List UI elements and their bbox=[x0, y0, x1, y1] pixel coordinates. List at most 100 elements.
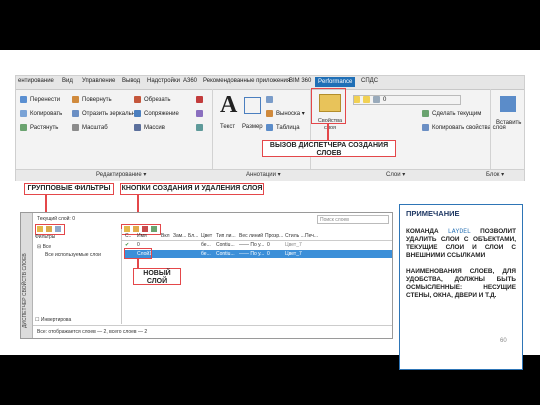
tab-bim360[interactable]: BIM 360 bbox=[289, 78, 311, 84]
tab-spds[interactable]: СПДС bbox=[361, 78, 378, 84]
erase-button[interactable] bbox=[196, 95, 206, 105]
column-color[interactable]: Цвет bbox=[201, 233, 212, 239]
note-paragraph-2: НАИМЕНОВАНИЯ СЛОЕВ, ДЛЯ УДОБСТВА, ДОЛЖНЫ… bbox=[406, 268, 516, 299]
tab-view[interactable]: Вид bbox=[62, 78, 73, 84]
status-bar-text: Все: отображается слоев — 2, всего слоев… bbox=[37, 329, 148, 335]
layer-properties-highlight bbox=[311, 88, 346, 124]
leader-button[interactable]: Выноска ▾ bbox=[266, 109, 305, 119]
tab-performance[interactable]: Performance bbox=[315, 77, 356, 87]
dimension-icon[interactable] bbox=[244, 97, 261, 114]
column-lineweight[interactable]: Вес линий bbox=[239, 233, 263, 239]
dimension-button-label[interactable]: Размер bbox=[242, 122, 263, 132]
callout-create-delete-layer: КНОПКИ СОЗДАНИЯ И УДАЛЕНИЯ СЛОЯ bbox=[120, 183, 264, 195]
search-field[interactable]: Поиск слоев bbox=[317, 215, 389, 224]
move-icon bbox=[20, 95, 27, 103]
arrow-line bbox=[137, 258, 139, 268]
text-icon[interactable]: A bbox=[220, 92, 237, 119]
layer-row-transparency[interactable]: 0 bbox=[267, 251, 270, 257]
separator bbox=[490, 89, 491, 179]
offset-icon bbox=[196, 123, 203, 131]
make-current-icon bbox=[422, 109, 429, 117]
text-button-label[interactable]: Текст bbox=[220, 122, 235, 132]
tab-manage[interactable]: Управление bbox=[82, 78, 115, 84]
erase-icon bbox=[196, 95, 203, 103]
arrow-line bbox=[45, 195, 47, 213]
tab-recommended-apps[interactable]: Рекомендованные приложения bbox=[203, 78, 290, 84]
layer-row-linetype[interactable]: Contiu... bbox=[216, 242, 235, 248]
linear-dim-button[interactable] bbox=[266, 95, 276, 105]
layer-row-color[interactable]: бе... bbox=[201, 242, 211, 248]
column-name[interactable]: Имя bbox=[137, 233, 147, 239]
match-layer-button[interactable]: Копировать свойства слоя bbox=[422, 123, 506, 133]
tree-all-label: Все bbox=[42, 244, 52, 250]
block-panel-label[interactable]: Блок ▾ bbox=[486, 171, 504, 178]
table-icon bbox=[266, 123, 273, 131]
column-linetype[interactable]: Тип ли... bbox=[216, 233, 236, 239]
slide: ентирование Вид Управление Вывод Надстро… bbox=[0, 50, 540, 370]
explode-button[interactable] bbox=[196, 109, 206, 119]
column-status[interactable]: С.. bbox=[125, 233, 131, 239]
modify-panel-label[interactable]: Редактирование ▾ bbox=[96, 171, 146, 178]
scale-button[interactable]: Масштаб bbox=[72, 123, 108, 133]
insert-block-label[interactable]: Вставить bbox=[496, 118, 521, 128]
explode-icon bbox=[196, 109, 203, 117]
layer-row-weight[interactable]: —— По у... bbox=[239, 251, 264, 257]
note-paragraph-1: КОМАНДА LAYDEL ПОЗВОЛИТ УДАЛИТЬ СЛОИ С О… bbox=[406, 228, 516, 259]
note-title: ПРИМЕЧАНИЕ bbox=[406, 209, 460, 218]
rotate-button[interactable]: Повернуть bbox=[72, 95, 112, 105]
column-lock[interactable]: Бл... bbox=[188, 233, 198, 239]
layer-row-linetype[interactable]: Contiu... bbox=[216, 251, 235, 257]
tab-a360[interactable]: A360 bbox=[183, 78, 197, 84]
trim-icon bbox=[134, 95, 141, 103]
column-on[interactable]: Вкл bbox=[161, 233, 170, 239]
layer-row-color[interactable]: бе... bbox=[201, 251, 211, 257]
array-icon bbox=[134, 123, 141, 131]
offset-button[interactable] bbox=[196, 123, 206, 133]
move-button[interactable]: Перенести bbox=[20, 95, 60, 105]
callout-new-layer: НОВЫЙ СЛОЙ bbox=[133, 268, 181, 285]
arrow-line bbox=[327, 124, 329, 140]
layer-row-weight[interactable]: —— По у... bbox=[239, 242, 264, 248]
layer-row-transparency[interactable]: 0 bbox=[267, 242, 270, 248]
layer-dropdown[interactable] bbox=[353, 95, 461, 105]
ribbon: ентирование Вид Управление Вывод Надстро… bbox=[15, 75, 525, 181]
column-transparency[interactable]: Прозр... bbox=[265, 233, 283, 239]
column-plot[interactable]: Печ... bbox=[305, 233, 318, 239]
array-button[interactable]: Массив bbox=[134, 123, 165, 133]
fillet-button[interactable]: Сопряжение bbox=[134, 109, 179, 119]
layer-row-style: Цвет_7 bbox=[285, 242, 302, 248]
copy-button[interactable]: Копировать bbox=[20, 109, 62, 119]
stretch-button[interactable]: Растянуть bbox=[20, 123, 58, 133]
note-command: LAYDEL bbox=[447, 228, 471, 235]
invert-label: Инвертирова bbox=[40, 317, 72, 323]
callout-group-filters: ГРУППОВЫЕ ФИЛЬТРЫ bbox=[24, 183, 114, 195]
arrow-line bbox=[137, 195, 139, 213]
filters-header: Фильтры bbox=[35, 234, 56, 240]
layer-row-style: Цвет_7 bbox=[285, 251, 302, 257]
tree-item-all[interactable]: ⊟ Все bbox=[37, 244, 51, 250]
tab-output[interactable]: Вывод bbox=[122, 78, 140, 84]
column-plot-style[interactable]: Стиль ... bbox=[285, 233, 305, 239]
dialog-side-titlebar[interactable]: ДИСПЕТЧЕР СВОЙСТВ СЛОЕВ bbox=[21, 213, 33, 338]
separator bbox=[212, 89, 213, 179]
make-current-button[interactable]: Сделать текущим bbox=[422, 109, 481, 119]
mirror-button[interactable]: Отразить зеркально bbox=[72, 109, 138, 119]
invert-filter-checkbox[interactable]: ☐ Инвертирова bbox=[35, 317, 71, 323]
match-layer-icon bbox=[422, 123, 429, 131]
mirror-icon bbox=[72, 109, 79, 117]
table-button[interactable]: Таблица bbox=[266, 123, 300, 133]
ribbon-tabbar: ентирование Вид Управление Вывод Надстро… bbox=[16, 76, 524, 90]
rotate-icon bbox=[72, 95, 79, 103]
tree-item-used[interactable]: Все используемые слои bbox=[45, 252, 101, 258]
fillet-icon bbox=[134, 109, 141, 117]
tab-annotate[interactable]: ентирование bbox=[18, 78, 54, 84]
insert-block-icon[interactable] bbox=[500, 96, 516, 112]
trim-button[interactable]: Обрезать bbox=[134, 95, 170, 105]
column-freeze[interactable]: Зам... bbox=[173, 233, 186, 239]
copy-icon bbox=[20, 109, 27, 117]
tab-addins[interactable]: Надстройки bbox=[147, 78, 180, 84]
tree-used-label: Все используемые слои bbox=[45, 252, 101, 258]
annotation-panel-label[interactable]: Аннотации ▾ bbox=[246, 171, 281, 178]
layers-panel-label[interactable]: Слои ▾ bbox=[386, 171, 405, 178]
filters-pane: Фильтры ⊟ Все Все используемые слои ☐ Ин… bbox=[33, 229, 122, 324]
